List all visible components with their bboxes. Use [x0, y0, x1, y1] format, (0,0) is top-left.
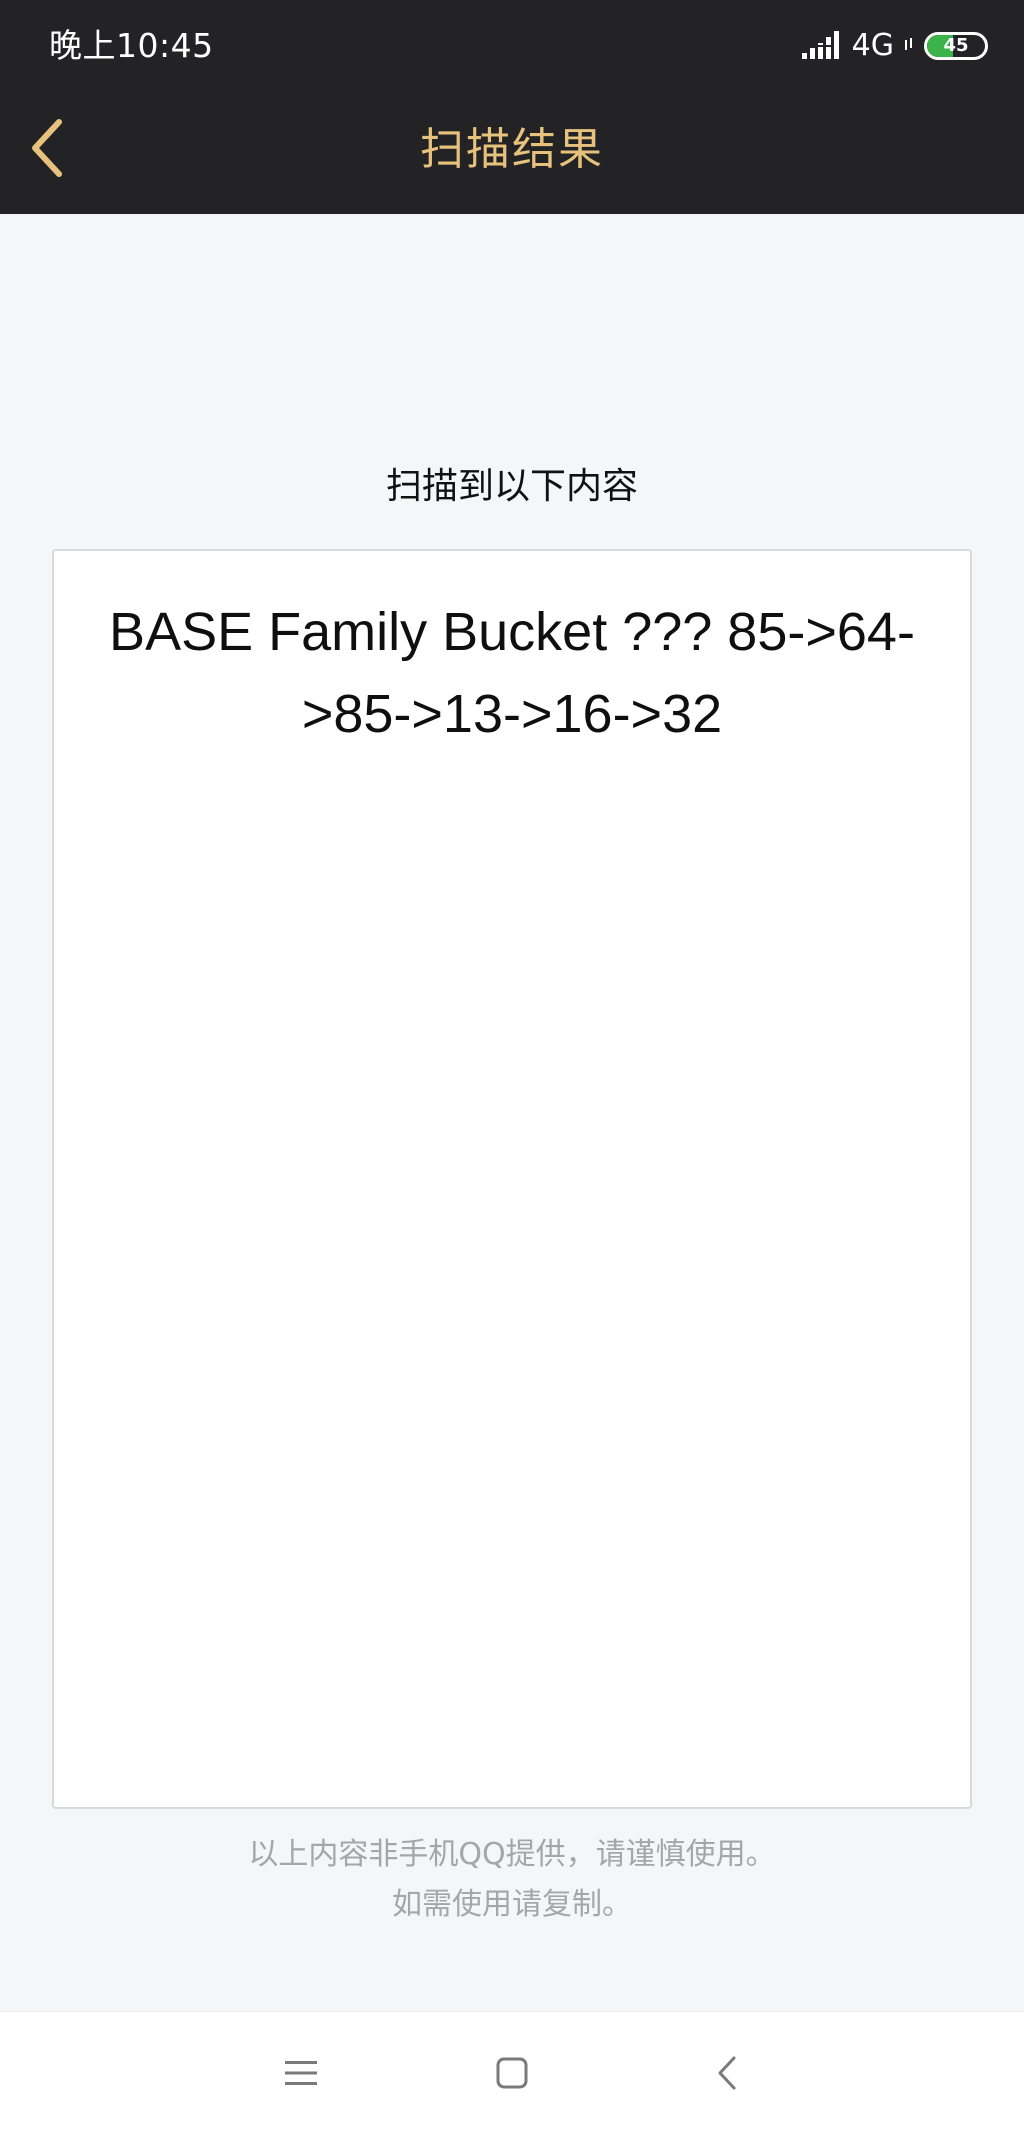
battery-level: 45	[943, 35, 969, 56]
system-navigation-bar	[0, 2011, 1024, 2133]
system-back-button[interactable]	[692, 2040, 762, 2110]
page-title: 扫描结果	[420, 124, 604, 175]
scan-heading: 扫描到以下内容	[385, 466, 638, 507]
scan-result-text[interactable]: BASE Family Bucket ??? 85->64->85->13->1…	[102, 591, 922, 755]
menu-button[interactable]	[266, 2040, 336, 2110]
data-activity-icon	[904, 36, 914, 56]
menu-icon	[283, 2058, 319, 2092]
status-time: 晚上10:45	[49, 26, 214, 65]
battery-icon: 45	[924, 32, 988, 60]
scan-result-box[interactable]: BASE Family Bucket ??? 85->64->85->13->1…	[52, 549, 972, 1809]
safety-notice: 以上内容非手机QQ提供，请谨慎使用。 如需使用请复制。	[0, 1830, 1024, 1930]
status-icons: 4G 45	[800, 26, 988, 66]
top-bar: 晚上10:45 4G 45 扫描结果	[0, 0, 1024, 214]
square-home-icon	[494, 2055, 530, 2095]
safety-notice-line2: 如需使用请复制。	[392, 1887, 632, 1922]
signal-icon	[800, 31, 842, 61]
network-type: 4G	[851, 28, 894, 63]
home-button[interactable]	[477, 2040, 547, 2110]
safety-notice-line1: 以上内容非手机QQ提供，请谨慎使用。	[248, 1837, 776, 1872]
back-triangle-icon	[712, 2054, 742, 2096]
